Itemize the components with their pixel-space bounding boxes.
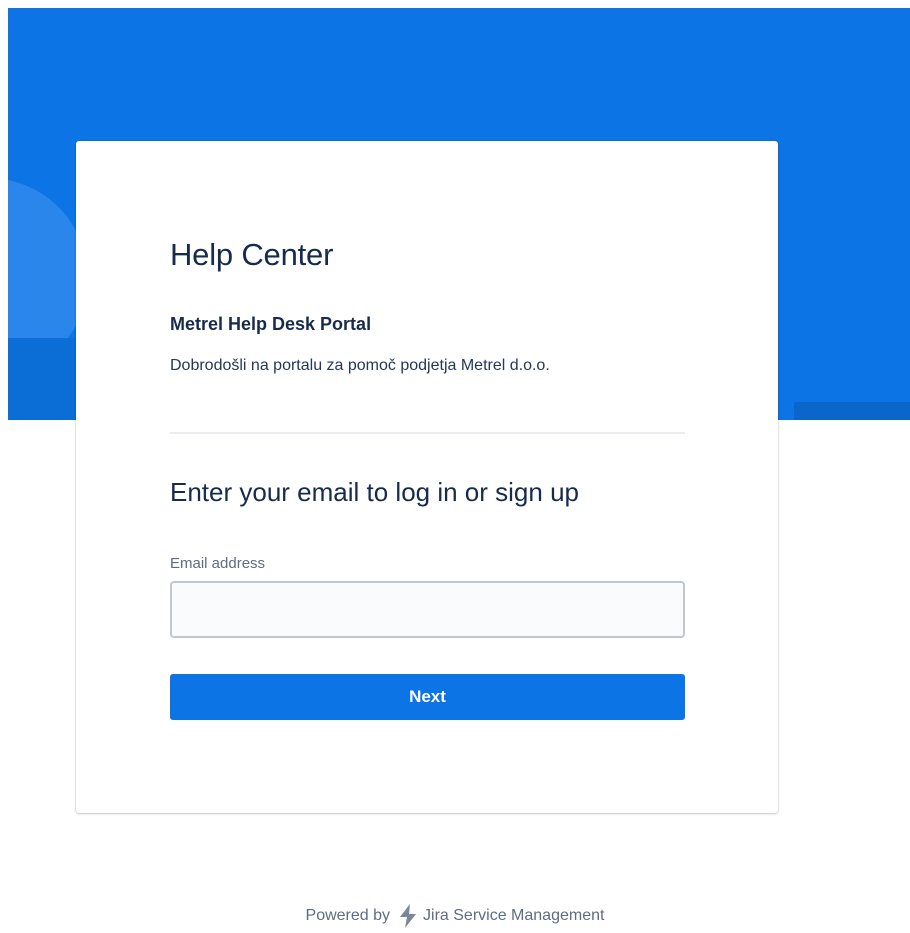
banner-decoration-band-right bbox=[794, 402, 910, 420]
portal-name: Metrel Help Desk Portal bbox=[170, 314, 372, 334]
login-card: Help Center Metrel Help Desk Portal Dobr… bbox=[76, 141, 778, 813]
powered-by-footer: Powered by Jira Service Management bbox=[0, 903, 910, 929]
divider bbox=[170, 432, 685, 434]
jira-service-management-icon bbox=[396, 903, 420, 929]
login-heading: Enter your email to log in or sign up bbox=[170, 477, 579, 507]
help-center-title: Help Center bbox=[170, 237, 334, 272]
email-label: Email address bbox=[170, 555, 266, 572]
powered-by-text: Powered by bbox=[305, 907, 391, 924]
product-name[interactable]: Jira Service Management bbox=[423, 907, 604, 925]
help-center-page: Help Center Metrel Help Desk Portal Dobr… bbox=[0, 0, 910, 933]
next-button[interactable]: Next bbox=[170, 674, 685, 720]
email-field[interactable] bbox=[170, 581, 685, 638]
portal-description: Dobrodošli na portalu za pomoč podjetja … bbox=[170, 357, 550, 374]
